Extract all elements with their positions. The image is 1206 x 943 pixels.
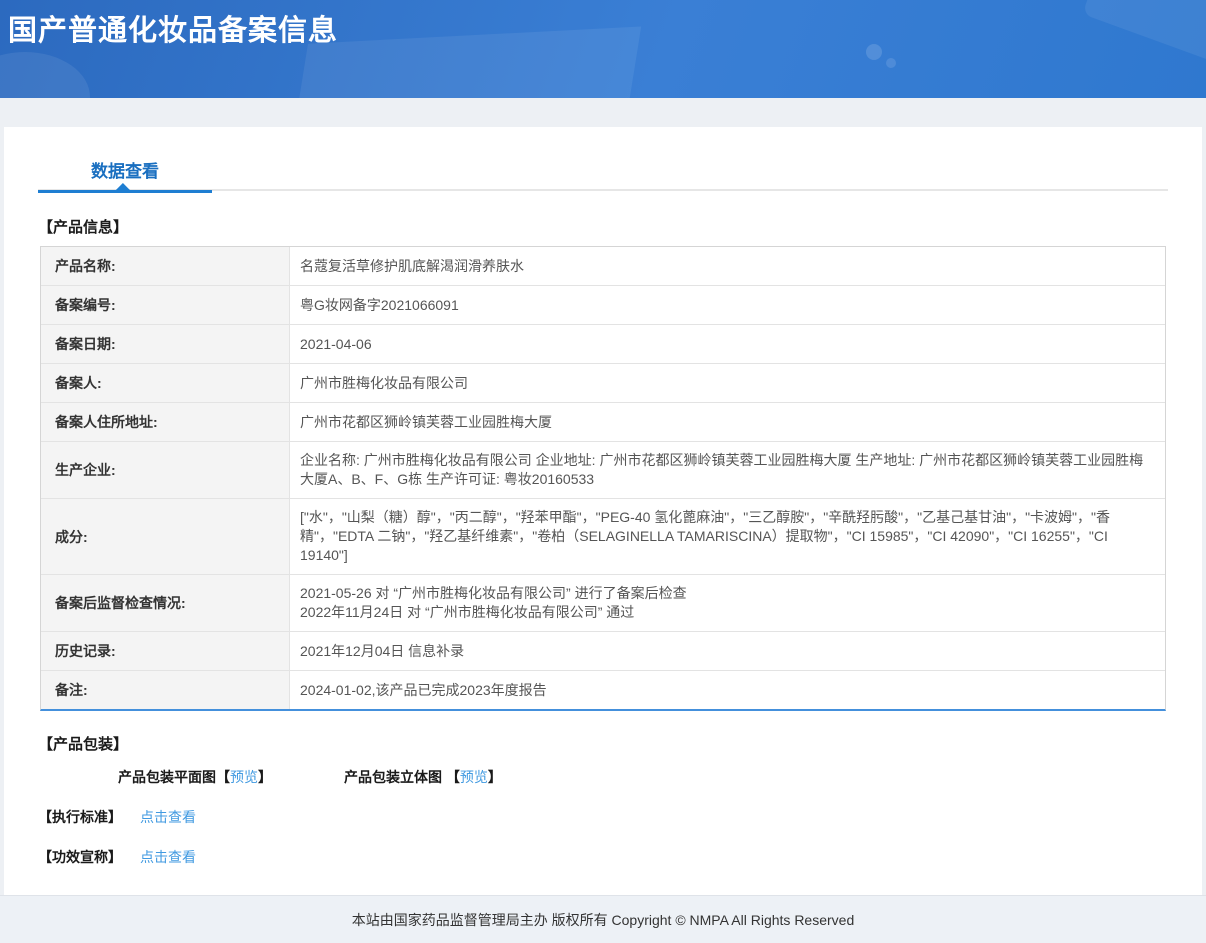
row-label: 生产企业: (41, 442, 290, 498)
page-title: 国产普通化妆品备案信息 (8, 15, 339, 47)
packaging-solid-label: 产品包装立体图 【 (344, 769, 460, 785)
tab-data-view-label: 数据查看 (91, 162, 159, 181)
row-label: 备案人: (41, 364, 290, 402)
packaging-plan-label: 产品包装平面图【 (118, 769, 230, 785)
tab-active-underline (38, 190, 212, 193)
page-footer: 本站由国家药品监督管理局主办 版权所有 Copyright © NMPA All… (0, 895, 1206, 943)
packaging-solid-preview-link[interactable]: 预览 (460, 767, 488, 787)
tab-data-view[interactable]: 数据查看 (38, 157, 212, 193)
row-value: 2021-04-06 (300, 335, 372, 352)
table-row-filer: 备案人: 广州市胜梅化妆品有限公司 (41, 364, 1165, 403)
efficacy-row: 【功效宣称】 点击查看 (38, 847, 1168, 867)
table-row-filing-number: 备案编号: 粤G妆网备字2021066091 (41, 286, 1165, 325)
packaging-section-title: 【产品包装】 (38, 736, 129, 753)
table-row-ingredients: 成分: ["水"，"山梨（糖）醇"，"丙二醇"，"羟苯甲酯"，"PEG-40 氢… (41, 499, 1165, 575)
main-content-area: 数据查看 【产品信息】 产品名称: 名蔻复活草修护肌底解渴润滑养肤水 备案编号:… (0, 98, 1206, 895)
row-value: ["水"，"山梨（糖）醇"，"丙二醇"，"羟苯甲酯"，"PEG-40 氢化蓖麻油… (300, 509, 1111, 563)
table-row-manufacturer: 生产企业: 企业名称: 广州市胜梅化妆品有限公司 企业地址: 广州市花都区狮岭镇… (41, 442, 1165, 499)
product-info-table: 产品名称: 名蔻复活草修护肌底解渴润滑养肤水 备案编号: 粤G妆网备字20210… (40, 246, 1166, 711)
row-label: 备案日期: (41, 325, 290, 363)
table-row-filer-address: 备案人住所地址: 广州市花都区狮岭镇芙蓉工业园胜梅大厦 (41, 403, 1165, 442)
page-header: 国产普通化妆品备案信息 (0, 0, 1206, 98)
copyright-text: 本站由国家药品监督管理局主办 版权所有 Copyright © NMPA All… (351, 911, 855, 928)
row-value: 名蔻复活草修护肌底解渴润滑养肤水 (300, 257, 524, 274)
packaging-solid-item: 产品包装立体图 【预览】 (344, 767, 502, 787)
table-row-history: 历史记录: 2021年12月04日 信息补录 (41, 632, 1165, 671)
row-label: 历史记录: (41, 632, 290, 670)
row-value: 2024-01-02,该产品已完成2023年度报告 (300, 681, 547, 698)
header-decoration-blob (0, 52, 90, 98)
packaging-plan-item: 产品包装平面图【 预览】 (118, 767, 272, 787)
packaging-solid-bracket-close: 】 (487, 769, 502, 785)
row-value: 企业名称: 广州市胜梅化妆品有限公司 企业地址: 广州市花都区狮岭镇芙蓉工业园胜… (300, 452, 1144, 487)
row-value: 广州市花都区狮岭镇芙蓉工业园胜梅大厦 (300, 413, 552, 430)
efficacy-view-link[interactable]: 点击查看 (140, 847, 196, 867)
table-row-remarks: 备注: 2024-01-02,该产品已完成2023年度报告 (41, 671, 1165, 709)
table-row-product-name: 产品名称: 名蔻复活草修护肌底解渴润滑养肤水 (41, 247, 1165, 286)
packaging-links-row: 产品包装平面图【 预览】 产品包装立体图 【预览】 (38, 767, 1168, 787)
content-card: 数据查看 【产品信息】 产品名称: 名蔻复活草修护肌底解渴润滑养肤水 备案编号:… (4, 127, 1202, 895)
table-row-filing-date: 备案日期: 2021-04-06 (41, 325, 1165, 364)
row-label: 备案编号: (41, 286, 290, 324)
row-value: 粤G妆网备字2021066091 (300, 296, 459, 313)
standard-section-title: 【执行标准】 (38, 809, 122, 825)
header-decoration-dot (886, 58, 896, 68)
row-label: 成分: (41, 499, 290, 574)
packaging-plan-preview-link[interactable]: 预览 (230, 767, 258, 787)
row-value: 2021-05-26 对 “广州市胜梅化妆品有限公司” 进行了备案后检查 202… (300, 585, 687, 620)
standard-view-link[interactable]: 点击查看 (140, 807, 196, 827)
tab-bar: 数据查看 (38, 157, 1168, 193)
row-label: 备案人住所地址: (41, 403, 290, 441)
standard-row: 【执行标准】 点击查看 (38, 807, 1168, 827)
row-label: 备案后监督检查情况: (41, 575, 290, 631)
packaging-plan-bracket-close: 】 (258, 769, 272, 785)
row-label: 产品名称: (41, 247, 290, 285)
product-info-section-title: 【产品信息】 (38, 219, 129, 236)
row-value: 广州市胜梅化妆品有限公司 (300, 374, 468, 391)
row-label: 备注: (41, 671, 290, 709)
row-value: 2021年12月04日 信息补录 (300, 642, 465, 659)
tab-active-caret-icon (115, 183, 130, 190)
table-row-post-filing-inspection: 备案后监督检查情况: 2021-05-26 对 “广州市胜梅化妆品有限公司” 进… (41, 575, 1165, 632)
efficacy-section-title: 【功效宣称】 (38, 849, 122, 865)
